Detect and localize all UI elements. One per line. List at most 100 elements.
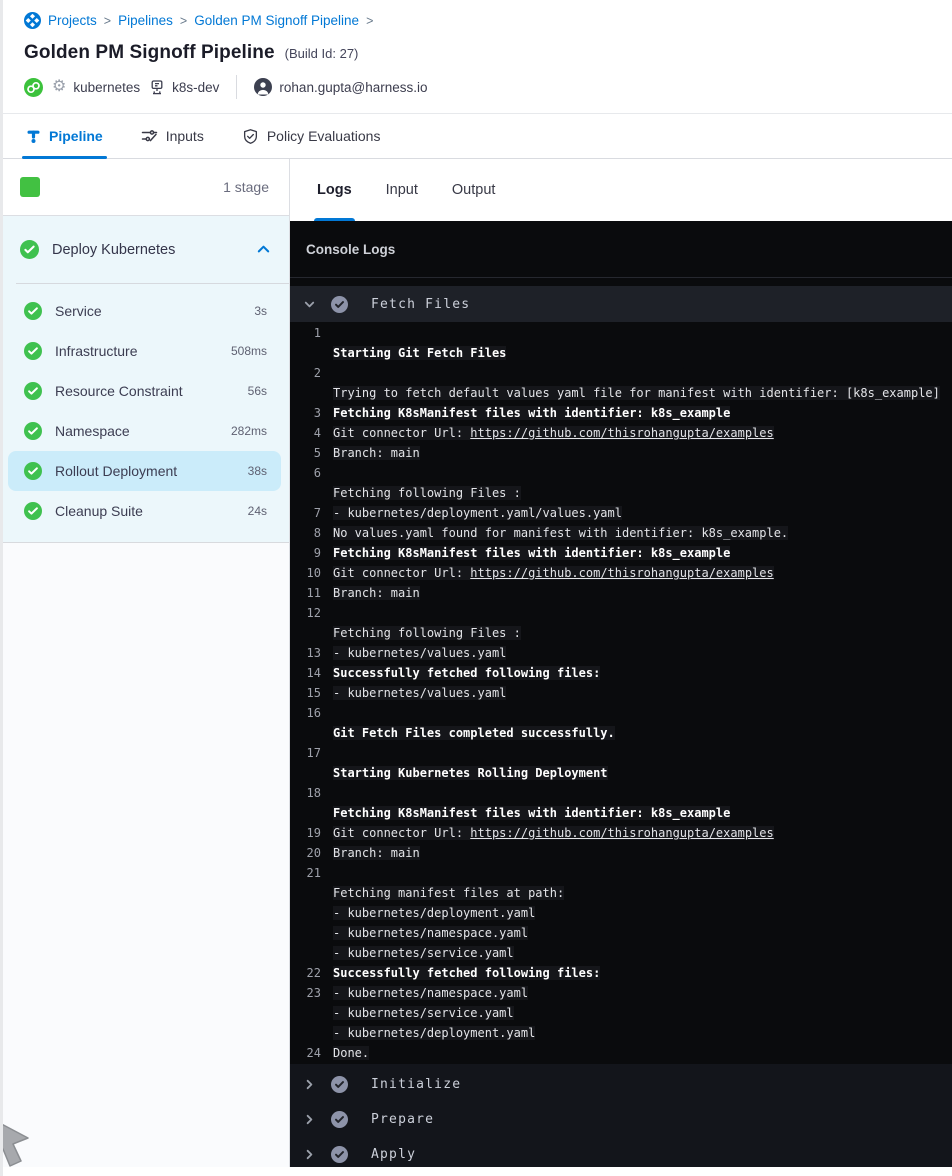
log-text: - kubernetes/namespace.yaml <box>333 986 529 1000</box>
stage-status-square <box>20 177 40 197</box>
log-section-initialize[interactable]: Initialize <box>290 1067 952 1102</box>
chevron-right-icon <box>303 1113 316 1126</box>
line-number: 19 <box>306 826 321 840</box>
line-number: 10 <box>306 566 321 580</box>
log-line: 16 <box>290 703 952 723</box>
step-row[interactable]: Infrastructure 508ms <box>8 331 281 371</box>
log-line: 5 Branch: main <box>290 443 952 463</box>
breadcrumb-pipeline-name[interactable]: Golden PM Signoff Pipeline <box>194 13 359 28</box>
step-duration: 282ms <box>230 424 267 438</box>
breadcrumb-projects[interactable]: Projects <box>48 13 97 28</box>
log-text: Successfully fetched following files: <box>333 966 601 980</box>
log-line: Fetching following Files : <box>290 623 952 643</box>
log-line-text: - kubernetes/deployment.yaml/values.yaml <box>333 506 622 520</box>
left-panel-filler <box>0 543 289 1167</box>
meta-row: ⚙ kubernetes k8s-dev rohan.gupta@harness… <box>24 75 952 113</box>
log-text: - kubernetes/deployment.yaml/values.yaml <box>333 506 622 520</box>
step-success-icon <box>331 1076 348 1093</box>
line-number: 17 <box>306 746 321 760</box>
log-text: Fetching manifest files at path: <box>333 886 565 900</box>
divider <box>236 75 238 99</box>
step-row[interactable]: Service 3s <box>8 291 281 331</box>
log-text: - kubernetes/values.yaml <box>333 686 507 700</box>
mouse-cursor <box>0 1118 34 1175</box>
log-line: 3 Fetching K8sManifest files with identif… <box>290 403 952 423</box>
log-section-fetch-files[interactable]: Fetch Files <box>290 286 952 322</box>
log-text: No values.yaml found for manifest with i… <box>333 526 789 540</box>
main-content: 1 stage Deploy Kubernetes Service 3s Infra… <box>0 159 952 1167</box>
log-link[interactable]: https://github.com/thisrohangupta/exampl… <box>470 826 774 840</box>
log-line: - kubernetes/deployment.yaml <box>290 903 952 923</box>
log-section-apply[interactable]: Apply <box>290 1137 952 1167</box>
log-text: Done. <box>333 1046 370 1060</box>
log-text: Branch: main <box>333 846 420 860</box>
tab-input[interactable]: Input <box>386 159 418 221</box>
build-id: (Build Id: 27) <box>284 46 359 61</box>
log-line: Fetching K8sManifest files with identifi… <box>290 803 952 823</box>
log-line: Starting Git Fetch Files <box>290 343 952 363</box>
breadcrumb-pipelines[interactable]: Pipelines <box>118 13 173 28</box>
environment-label: k8s-dev <box>172 79 220 95</box>
step-label: Resource Constraint <box>55 383 183 399</box>
title-row: Golden PM Signoff Pipeline (Build Id: 27… <box>24 42 952 64</box>
step-row[interactable]: Namespace 282ms <box>8 411 281 451</box>
chevron-up-icon[interactable] <box>256 242 271 257</box>
steps-list: Service 3s Infrastructure 508ms Resource Con… <box>0 284 289 542</box>
log-line-text: Branch: main <box>333 586 420 600</box>
gear-icon: ⚙ <box>52 78 67 95</box>
tab-inputs[interactable]: Inputs <box>141 114 204 158</box>
log-line: 4 Git connector Url: https://github.com/t… <box>290 423 952 443</box>
line-number: 1 <box>313 326 321 340</box>
log-line-text: Branch: main <box>333 446 420 460</box>
user-email: rohan.gupta@harness.io <box>279 79 428 95</box>
chevron-right-icon <box>303 1078 316 1091</box>
log-line: - kubernetes/deployment.yaml <box>290 1023 952 1043</box>
log-line-text: - kubernetes/values.yaml <box>333 646 507 660</box>
step-label: Infrastructure <box>55 343 138 359</box>
log-text: - kubernetes/service.yaml <box>333 1006 514 1020</box>
stage-group-header[interactable]: Deploy Kubernetes <box>0 216 289 283</box>
log-section-prepare[interactable]: Prepare <box>290 1102 952 1137</box>
log-body: 1 Starting Git Fetch Files 2 Trying to fetc… <box>290 322 952 1064</box>
log-text: Git connector Url: <box>333 566 471 580</box>
line-number: 23 <box>306 986 321 1000</box>
line-number: 2 <box>313 366 321 380</box>
log-line-text: Git connector Url: https://github.com/th… <box>333 826 774 840</box>
step-label: Namespace <box>55 423 130 439</box>
log-text: Git Fetch Files completed successfully. <box>333 726 615 740</box>
line-number: 20 <box>306 846 321 860</box>
success-check-icon <box>24 422 42 440</box>
line-number: 12 <box>306 606 321 620</box>
log-line: 14 Successfully fetched following files: <box>290 663 952 683</box>
log-section-title: Fetch Files <box>371 296 471 312</box>
log-line-text: Fetching K8sManifest files with identifi… <box>333 806 731 820</box>
log-line: 24 Done. <box>290 1043 952 1063</box>
log-link[interactable]: https://github.com/thisrohangupta/exampl… <box>470 566 774 580</box>
user-avatar-icon <box>254 78 273 96</box>
tab-pipeline[interactable]: Pipeline <box>22 114 107 159</box>
tab-logs[interactable]: Logs <box>314 159 355 221</box>
tab-output[interactable]: Output <box>452 159 496 221</box>
pipeline-tabs: Pipeline Inputs Policy Evaluations <box>0 113 952 159</box>
cd-module-icon <box>24 77 43 97</box>
success-check-icon <box>24 382 42 400</box>
log-text: Git connector Url: <box>333 826 471 840</box>
log-text: - kubernetes/deployment.yaml <box>333 906 536 920</box>
step-row[interactable]: Cleanup Suite 24s <box>8 491 281 531</box>
step-row[interactable]: Resource Constraint 56s <box>8 371 281 411</box>
step-duration: 38s <box>247 464 267 478</box>
line-number: 6 <box>313 466 321 480</box>
log-line-text: - kubernetes/deployment.yaml <box>333 906 536 920</box>
line-number: 11 <box>306 586 321 600</box>
tab-policy-evaluations[interactable]: Policy Evaluations <box>242 114 380 158</box>
log-line-text: Done. <box>333 1046 370 1060</box>
log-link[interactable]: https://github.com/thisrohangupta/exampl… <box>470 426 774 440</box>
trigger-user: rohan.gupta@harness.io <box>254 78 427 96</box>
log-line: 13 - kubernetes/values.yaml <box>290 643 952 663</box>
step-row[interactable]: Rollout Deployment 38s <box>8 451 281 491</box>
log-line: 6 <box>290 463 952 483</box>
environment: k8s-dev <box>149 79 219 96</box>
log-line: 15 - kubernetes/values.yaml <box>290 683 952 703</box>
step-duration: 3s <box>254 304 267 318</box>
log-line-text: Fetching K8sManifest files with identifi… <box>333 546 731 560</box>
